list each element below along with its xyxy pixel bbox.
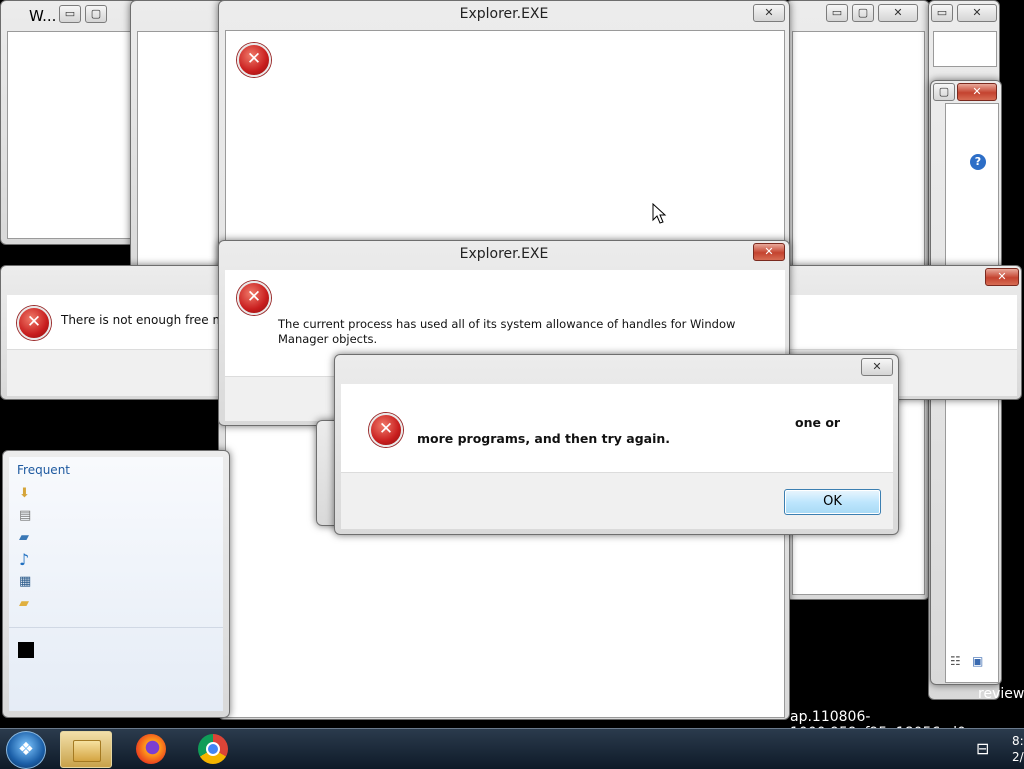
dialog-title: Explorer.EXE: [459, 246, 549, 262]
dialog-message: The current process has used all of its …: [278, 317, 736, 346]
background-window-2: [130, 0, 230, 280]
maximize-button[interactable]: ▢: [85, 5, 107, 23]
window-client-area: [7, 31, 135, 239]
taskbar: ❖ ⊟ 8: 2/: [0, 728, 1024, 769]
close-button[interactable]: ✕: [753, 243, 785, 261]
close-button[interactable]: ✕: [957, 83, 997, 101]
close-button[interactable]: ✕: [957, 4, 997, 22]
minimize-button[interactable]: ▭: [59, 5, 81, 23]
restore-button[interactable]: ▢: [933, 83, 955, 101]
close-button[interactable]: ✕: [861, 358, 893, 376]
preview-label: review: [978, 686, 1024, 702]
maximize-button[interactable]: ▢: [852, 4, 874, 22]
minimize-button[interactable]: ▭: [826, 4, 848, 22]
error-icon: ✕: [237, 43, 271, 77]
document-icon[interactable]: ▤: [19, 509, 33, 523]
clock-date[interactable]: 2/: [1012, 750, 1024, 764]
jumplist-divider: [9, 627, 223, 628]
view-details-icon[interactable]: ☷: [950, 654, 961, 668]
firefox-icon[interactable]: [136, 734, 166, 764]
folder-icon[interactable]: ▰: [19, 597, 33, 611]
windows-logo-icon: ❖: [17, 739, 35, 760]
video-icon[interactable]: ▦: [19, 575, 33, 589]
taskbar-explorer-button[interactable]: [60, 731, 112, 768]
pictures-icon[interactable]: ▰: [19, 531, 33, 545]
window-client-area: [933, 31, 997, 67]
error-icon: ✕: [237, 281, 271, 315]
jumplist-frame: Frequent ⬇ ▤ ▰ ♪ ▦ ▰: [2, 450, 230, 718]
close-button[interactable]: ✕: [878, 4, 918, 22]
dialog-message-line1: one or: [795, 415, 841, 430]
chrome-icon[interactable]: [198, 734, 228, 764]
dialog-message-line2: more programs, and then try again.: [417, 431, 671, 446]
window-title: Explorer.EXE: [459, 6, 549, 22]
window-title: W...: [29, 7, 57, 25]
folder-icon: [73, 740, 101, 762]
preview-pane-icon[interactable]: ▣: [972, 654, 983, 668]
error-icon: ✕: [17, 306, 51, 340]
mouse-cursor-icon: [652, 203, 667, 224]
stop-icon[interactable]: [18, 642, 34, 658]
window-client-area: [137, 31, 227, 277]
network-icon[interactable]: ⊟: [976, 739, 989, 758]
chrome-center: [206, 742, 220, 756]
background-window-left: W... ▭ ▢: [0, 0, 140, 245]
jumplist-panel: Frequent ⬇ ▤ ▰ ♪ ▦ ▰: [9, 457, 223, 711]
clock-time[interactable]: 8:: [1012, 734, 1024, 748]
music-icon[interactable]: ♪: [19, 552, 33, 568]
start-button[interactable]: ❖: [6, 731, 46, 769]
minimize-button[interactable]: ▭: [931, 4, 953, 22]
programs-error-dialog: ✕ ✕ one or more programs, and then try a…: [334, 354, 899, 535]
dialog-message: There is not enough free mem: [61, 313, 244, 327]
downloads-folder-icon[interactable]: ⬇: [19, 487, 33, 501]
close-button[interactable]: ✕: [753, 4, 785, 22]
help-icon[interactable]: ?: [970, 154, 986, 170]
jumplist-heading: Frequent: [17, 463, 70, 477]
ok-button[interactable]: OK: [784, 489, 881, 515]
close-button[interactable]: ✕: [985, 268, 1019, 286]
error-icon: ✕: [369, 413, 403, 447]
